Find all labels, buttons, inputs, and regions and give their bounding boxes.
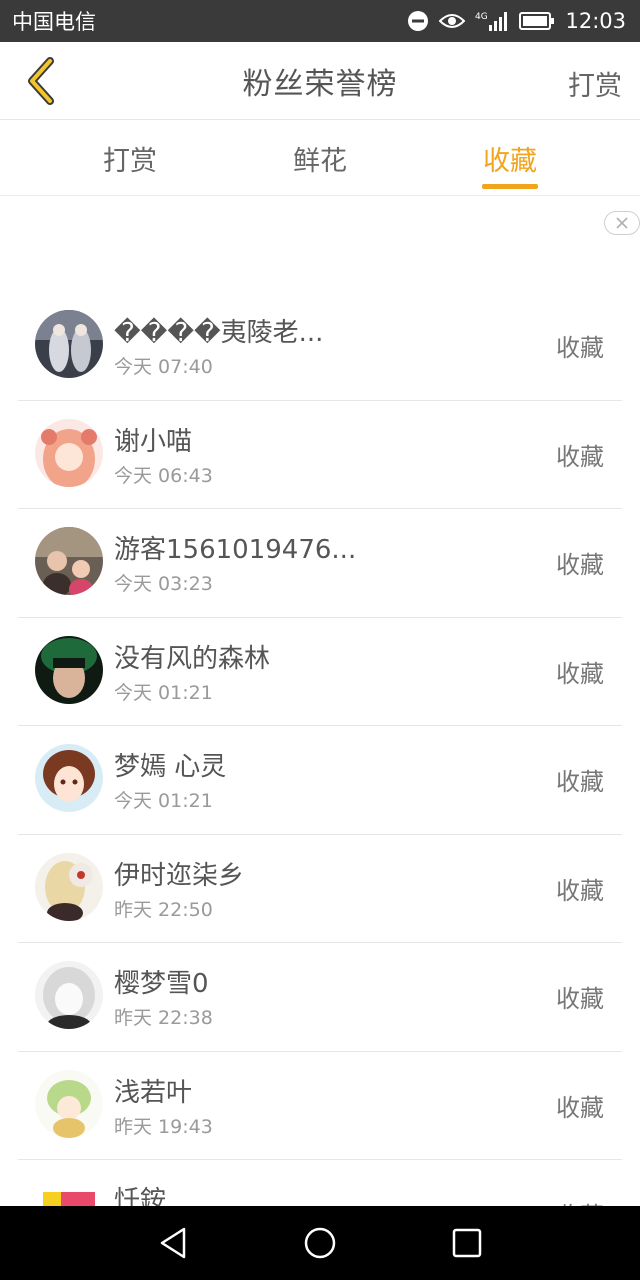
list-item[interactable]: 樱梦雪0 昨天 22:38 收藏 [18, 943, 622, 1052]
favorites-list: ����夷陵老... 今天 07:40 收藏 谢小喵 今天 06:43 收藏 游… [0, 292, 640, 1269]
avatar [35, 744, 103, 812]
action-label: 收藏 [556, 1093, 604, 1122]
battery-icon [519, 12, 555, 30]
avatar [35, 418, 103, 487]
circle-home-icon [304, 1227, 336, 1259]
status-icons: 4G 12:03 [407, 9, 626, 33]
action-label: 收藏 [556, 876, 604, 905]
timestamp: 今天 01:21 [114, 681, 213, 704]
timestamp: 昨天 22:50 [114, 898, 213, 921]
timestamp: 昨天 19:43 [114, 1115, 213, 1138]
user-name: ����夷陵老... [114, 318, 324, 348]
app-header: 粉丝荣誉榜 打赏 [0, 42, 640, 120]
square-recents-icon [452, 1228, 481, 1258]
user-name: 浅若叶 [114, 1077, 193, 1108]
timestamp: 昨天 22:38 [114, 1007, 213, 1029]
user-name: 樱梦雪0 [114, 969, 209, 999]
user-name: 梦嫣 心灵 [114, 752, 227, 782]
back-button[interactable] [14, 54, 68, 108]
active-tab-indicator [482, 184, 538, 189]
tab-flowers[interactable]: 鲜花 [220, 120, 420, 196]
avatar [35, 310, 103, 378]
list-item[interactable]: ����夷陵老... 今天 07:40 收藏 [18, 292, 622, 401]
system-nav-bar [0, 1206, 640, 1280]
action-label: 收藏 [556, 659, 604, 688]
avatar [35, 852, 103, 921]
list-item[interactable]: 浅若叶 昨天 19:43 收藏 [18, 1052, 622, 1160]
ad-close-button[interactable] [604, 211, 640, 235]
user-name: 伊时迩柒乡 [114, 860, 245, 891]
status-bar: 中国电信 4G 12:03 [0, 0, 640, 42]
triangle-back-icon [161, 1227, 186, 1259]
chevron-left-icon [28, 57, 54, 105]
tab-reward[interactable]: 打赏 [30, 120, 230, 196]
timestamp: 今天 03:23 [114, 573, 213, 595]
list-item[interactable]: 伊时迩柒乡 昨天 22:50 收藏 [18, 835, 622, 943]
carrier-label: 中国电信 [12, 10, 96, 34]
timestamp: 今天 01:21 [114, 790, 213, 812]
tab-bar: 打赏 鲜花 收藏 [0, 120, 640, 196]
eye-comfort-icon [439, 11, 466, 31]
user-name: 没有风的森林 [114, 643, 271, 674]
user-name: 游客1561019476... [114, 535, 357, 565]
user-name: 谢小喵 [114, 426, 193, 457]
nav-back-button[interactable] [143, 1213, 203, 1273]
screen: 中国电信 4G 12:03 粉丝荣誉榜 打赏 打赏 鲜花 收藏 ����夷陵老.… [0, 0, 640, 1280]
list-item[interactable]: 谢小喵 今天 06:43 收藏 [18, 401, 622, 509]
reward-button[interactable]: 打赏 [568, 64, 622, 103]
timestamp: 今天 06:43 [114, 464, 213, 487]
timestamp: 今天 07:40 [114, 356, 213, 378]
list-item[interactable]: 游客1561019476... 今天 03:23 收藏 [18, 509, 622, 618]
close-icon [616, 217, 628, 229]
nav-home-button[interactable] [290, 1213, 350, 1273]
avatar [35, 635, 103, 704]
signal-icon: 4G [475, 10, 509, 32]
action-label: 收藏 [556, 442, 604, 471]
clock-label: 12:03 [565, 9, 626, 33]
action-label: 收藏 [556, 334, 604, 362]
avatar [35, 961, 103, 1029]
avatar [35, 527, 103, 595]
page-title: 粉丝荣誉榜 [242, 66, 398, 102]
do-not-disturb-icon [407, 10, 429, 32]
avatar [35, 1069, 103, 1138]
network-type-label: 4G [475, 12, 488, 22]
action-label: 收藏 [556, 768, 604, 796]
list-item[interactable]: 没有风的森林 今天 01:21 收藏 [18, 618, 622, 726]
nav-recents-button[interactable] [437, 1213, 497, 1273]
list-item[interactable]: 梦嫣 心灵 今天 01:21 收藏 [18, 726, 622, 835]
action-label: 收藏 [556, 551, 604, 579]
action-label: 收藏 [556, 985, 604, 1013]
